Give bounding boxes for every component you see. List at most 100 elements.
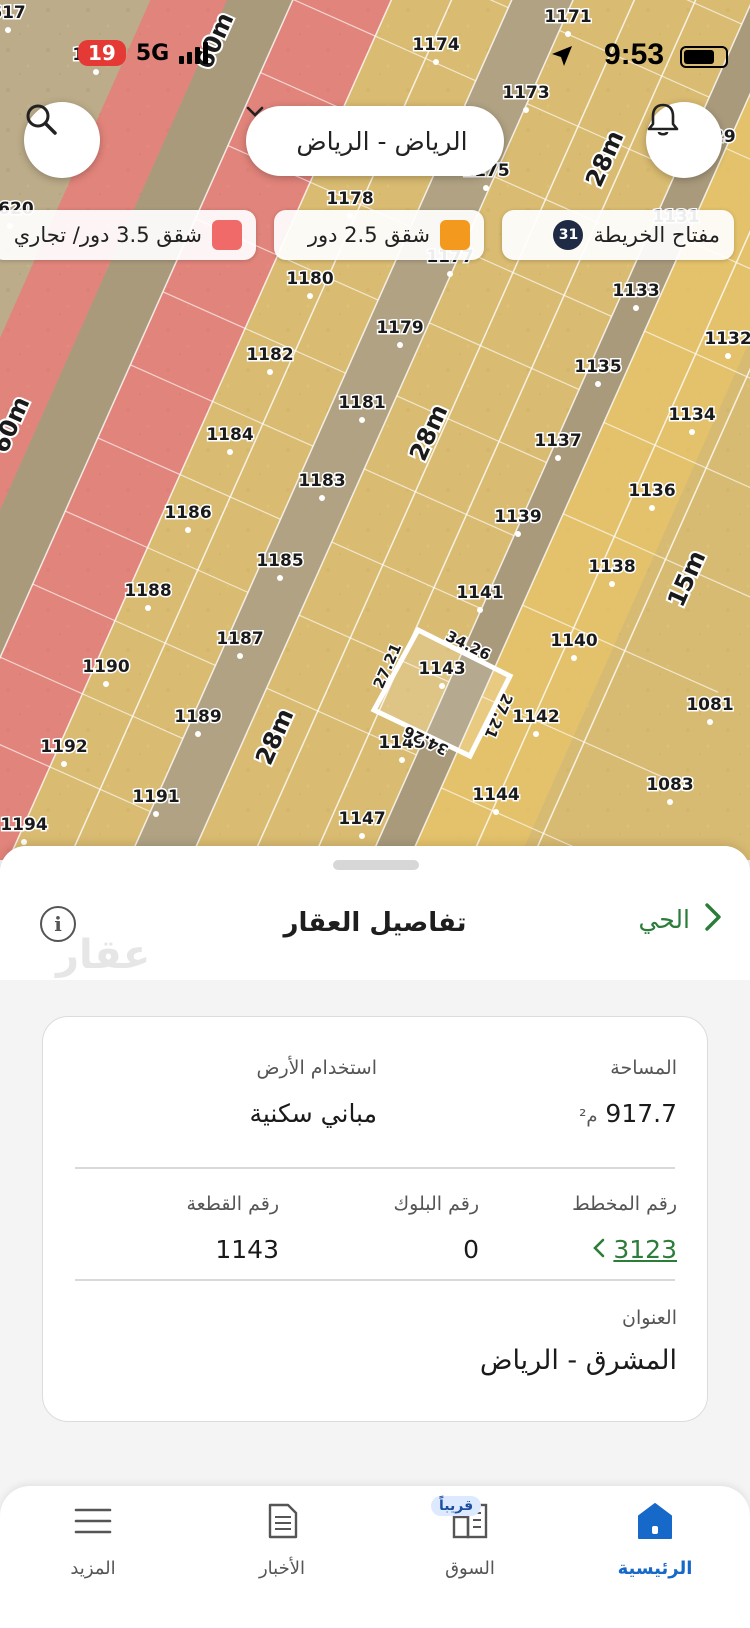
- plot-number-label[interactable]: 1190: [81, 656, 131, 679]
- plot-number-label[interactable]: 1173: [501, 82, 551, 105]
- plot-number-label[interactable]: 1144: [471, 784, 521, 807]
- notifications-button[interactable]: [646, 102, 722, 178]
- plot-centroid-dot: [103, 681, 109, 687]
- plot-number-label[interactable]: 617: [0, 2, 27, 25]
- plan-number-link[interactable]: 3123: [593, 1235, 677, 1264]
- plot-number-label[interactable]: 1141: [455, 582, 505, 605]
- tab-market[interactable]: قريباً السوق: [395, 1486, 545, 1628]
- plot-centroid-dot: [145, 605, 151, 611]
- legend-chip-apartments-2-5[interactable]: شقق 2.5 دور: [274, 210, 484, 260]
- plot-centroid-dot: [397, 342, 403, 348]
- city-selector[interactable]: الرياض - الرياض: [246, 106, 504, 176]
- signal-icon: [179, 42, 209, 64]
- plot-number-label[interactable]: 1191: [131, 786, 181, 809]
- plot-number-label[interactable]: 1192: [39, 736, 89, 759]
- legend-label: شقق 3.5 دور/ تجاري: [13, 223, 202, 247]
- area-value-wrap: 917.7 م²: [579, 1099, 677, 1128]
- plot-centroid-dot: [533, 731, 539, 737]
- plot-number-label[interactable]: 1182: [245, 344, 295, 367]
- news-icon: [264, 1498, 300, 1544]
- plot-number-label[interactable]: 1137: [533, 430, 583, 453]
- plot-number-label[interactable]: 1184: [205, 424, 255, 447]
- plot-number-label[interactable]: 1180: [285, 268, 335, 291]
- card-divider: [75, 1167, 675, 1169]
- address-field: العنوان المشرق - الرياض: [480, 1307, 677, 1376]
- property-info-card: المساحة 917.7 م² استخدام الأرض مباني سكن…: [42, 1016, 708, 1422]
- status-left: 19 5G: [78, 40, 209, 66]
- plot-number-label[interactable]: 1181: [337, 392, 387, 415]
- plot-number-label[interactable]: 1186: [163, 502, 213, 525]
- tab-label: الأخبار: [258, 1558, 305, 1579]
- plot-centroid-dot: [195, 731, 201, 737]
- plot-number-label[interactable]: 1142: [511, 706, 561, 729]
- plot-centroid-dot: [307, 293, 313, 299]
- area-unit: م²: [579, 1106, 598, 1127]
- plan-number-wrap: 3123: [572, 1235, 677, 1264]
- plot-centroid-dot: [359, 833, 365, 839]
- legend-swatch-red: [212, 220, 242, 250]
- map-key-button[interactable]: مفتاح الخريطة 31: [502, 210, 734, 260]
- tab-news[interactable]: الأخبار: [207, 1486, 357, 1628]
- plot-centroid-dot: [555, 455, 561, 461]
- plot-number-label[interactable]: 1147: [337, 808, 387, 831]
- plot-number-label[interactable]: 1194: [0, 814, 49, 837]
- plot-number-label[interactable]: 1132: [703, 328, 750, 351]
- plot-number-label[interactable]: 1139: [493, 506, 543, 529]
- address-value: المشرق - الرياض: [479, 1345, 677, 1376]
- plot-number-label[interactable]: 1083: [645, 774, 695, 797]
- plot-number-label[interactable]: 1134: [667, 404, 717, 427]
- plot-number-label[interactable]: 1179: [375, 317, 425, 340]
- plot-centroid-dot: [277, 575, 283, 581]
- plot-number-label[interactable]: 1183: [297, 470, 347, 493]
- status-bar: 19 5G 9:53: [0, 38, 750, 74]
- plot-number-value: 1143: [215, 1235, 279, 1264]
- plot-centroid-dot: [609, 581, 615, 587]
- block-number-label: رقم البلوك: [393, 1193, 479, 1215]
- plot-centroid-dot: [649, 505, 655, 511]
- plot-number-label[interactable]: 1140: [549, 630, 599, 653]
- legend-label: شقق 2.5 دور: [307, 223, 430, 247]
- status-time: 9:53: [603, 38, 664, 71]
- plot-centroid-dot: [725, 353, 731, 359]
- chevron-right-icon: [704, 902, 722, 936]
- tab-label: السوق: [445, 1558, 495, 1579]
- plot-centroid-dot: [319, 495, 325, 501]
- land-use-label: استخدام الأرض: [256, 1057, 377, 1079]
- tab-home[interactable]: الرئيسية: [580, 1486, 730, 1628]
- plot-number-label[interactable]: 1178: [325, 188, 375, 211]
- plot-number-label[interactable]: 1188: [123, 580, 173, 603]
- sheet-drag-handle[interactable]: [333, 860, 419, 870]
- plot-number-label[interactable]: 1136: [627, 480, 677, 503]
- district-link-label: الحي: [638, 904, 690, 934]
- plot-centroid-dot: [267, 369, 273, 375]
- plot-centroid-dot: [61, 761, 67, 767]
- plot-centroid-dot: [483, 185, 489, 191]
- sheet-header: عقار i تفاصيل العقار الحي: [0, 846, 750, 980]
- legend-chip-apartments-3-5[interactable]: شقق 3.5 دور/ تجاري: [0, 210, 256, 260]
- plot-centroid-dot: [477, 607, 483, 613]
- plot-number-label[interactable]: 1133: [611, 280, 661, 303]
- plot-number-label[interactable]: 1187: [215, 628, 265, 651]
- plot-number-label[interactable]: 1171: [543, 6, 593, 29]
- city-selector-label: الرياض - الرياض: [296, 126, 468, 156]
- plot-number-label[interactable]: 1138: [587, 556, 637, 579]
- map-view[interactable]: 1171117411731176117511781177118011791182…: [0, 0, 750, 860]
- land-use-value: مباني سكنية: [249, 1099, 377, 1128]
- tab-label: المزيد: [70, 1558, 116, 1579]
- plot-number-label[interactable]: 1081: [685, 694, 735, 717]
- plot-number-label[interactable]: 1185: [255, 550, 305, 573]
- area-field: المساحة 917.7 م²: [579, 1057, 677, 1128]
- battery-icon: [680, 46, 728, 68]
- menu-icon: [74, 1498, 112, 1544]
- plot-centroid-dot: [153, 811, 159, 817]
- plot-number-label[interactable]: 1135: [573, 356, 623, 379]
- area-value: 917.7: [605, 1099, 677, 1128]
- plot-centroid-dot: [21, 839, 27, 845]
- plot-number-label[interactable]: 1143: [417, 658, 467, 681]
- address-label: العنوان: [621, 1307, 677, 1329]
- district-link[interactable]: الحي: [638, 902, 722, 936]
- search-button[interactable]: [24, 102, 100, 178]
- plot-number-label[interactable]: 1189: [173, 706, 223, 729]
- plan-number-value: 3123: [613, 1235, 677, 1264]
- tab-more[interactable]: المزيد: [18, 1486, 168, 1628]
